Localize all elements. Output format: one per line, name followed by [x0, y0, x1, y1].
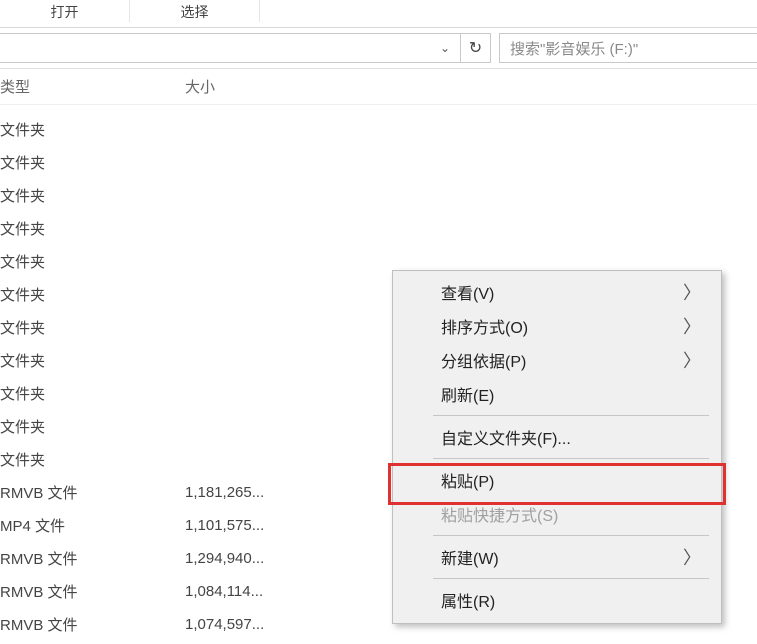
- menu-label: 粘贴(P): [441, 468, 494, 492]
- menu-label: 查看(V): [441, 280, 494, 304]
- column-headers: 类型 大小: [0, 69, 757, 105]
- cell-type: 文件夹: [0, 350, 185, 371]
- menu-paste[interactable]: 粘贴(P): [395, 463, 719, 497]
- column-header-size[interactable]: 大小: [185, 76, 345, 97]
- select-button[interactable]: 选择: [130, 0, 260, 22]
- menu-new[interactable]: 新建(W) 〉: [395, 540, 719, 574]
- menu-label: 分组依据(P): [441, 348, 526, 372]
- menu-label: 排序方式(O): [441, 314, 528, 338]
- cell-type: RMVB 文件: [0, 548, 185, 569]
- ribbon-toolbar: 打开 选择: [0, 0, 757, 28]
- search-placeholder: 搜索"影音娱乐 (F:)": [510, 38, 638, 59]
- menu-label: 属性(R): [441, 588, 495, 612]
- cell-type: 文件夹: [0, 119, 185, 140]
- cell-type: 文件夹: [0, 317, 185, 338]
- address-bar[interactable]: ⌄: [0, 33, 461, 63]
- column-header-type[interactable]: 类型: [0, 76, 185, 97]
- chevron-right-icon: 〉: [683, 313, 701, 339]
- cell-size: 1,181,265...: [185, 484, 345, 501]
- cell-type: 文件夹: [0, 284, 185, 305]
- cell-type: RMVB 文件: [0, 614, 185, 635]
- menu-group[interactable]: 分组依据(P) 〉: [395, 343, 719, 377]
- cell-size: 1,294,940...: [185, 550, 345, 567]
- menu-separator: [433, 578, 709, 579]
- cell-type: 文件夹: [0, 383, 185, 404]
- list-item[interactable]: 文件夹: [0, 212, 757, 245]
- list-item[interactable]: 文件夹: [0, 179, 757, 212]
- menu-sort[interactable]: 排序方式(O) 〉: [395, 309, 719, 343]
- menu-properties[interactable]: 属性(R): [395, 583, 719, 617]
- menu-separator: [433, 458, 709, 459]
- cell-type: 文件夹: [0, 185, 185, 206]
- address-search-row: ⌄ ↻ 搜索"影音娱乐 (F:)": [0, 34, 757, 69]
- cell-type: RMVB 文件: [0, 581, 185, 602]
- menu-separator: [433, 415, 709, 416]
- cell-type: RMVB 文件: [0, 482, 185, 503]
- menu-paste-shortcut: 粘贴快捷方式(S): [395, 497, 719, 531]
- menu-label: 新建(W): [441, 545, 499, 569]
- menu-refresh[interactable]: 刷新(E): [395, 377, 719, 411]
- cell-type: 文件夹: [0, 449, 185, 470]
- menu-label: 粘贴快捷方式(S): [441, 502, 558, 526]
- cell-size: 1,101,575...: [185, 517, 345, 534]
- chevron-right-icon: 〉: [683, 544, 701, 570]
- cell-type: 文件夹: [0, 152, 185, 173]
- menu-separator: [433, 535, 709, 536]
- menu-customize-folder[interactable]: 自定义文件夹(F)...: [395, 420, 719, 454]
- cell-type: 文件夹: [0, 416, 185, 437]
- cell-type: 文件夹: [0, 218, 185, 239]
- list-item[interactable]: 文件夹: [0, 146, 757, 179]
- context-menu: 查看(V) 〉 排序方式(O) 〉 分组依据(P) 〉 刷新(E) 自定义文件夹…: [392, 270, 722, 624]
- menu-label: 自定义文件夹(F)...: [441, 425, 571, 449]
- refresh-icon: ↻: [469, 38, 482, 58]
- address-dropdown-icon[interactable]: ⌄: [436, 41, 454, 55]
- menu-label: 刷新(E): [441, 382, 494, 406]
- chevron-right-icon: 〉: [683, 279, 701, 305]
- cell-size: 1,084,114...: [185, 583, 345, 600]
- cell-type: MP4 文件: [0, 515, 185, 536]
- cell-size: 1,074,597...: [185, 616, 345, 633]
- list-item[interactable]: 文件夹: [0, 113, 757, 146]
- search-input[interactable]: 搜索"影音娱乐 (F:)": [499, 33, 757, 63]
- menu-view[interactable]: 查看(V) 〉: [395, 275, 719, 309]
- open-button[interactable]: 打开: [0, 0, 130, 22]
- cell-type: 文件夹: [0, 251, 185, 272]
- chevron-right-icon: 〉: [683, 347, 701, 373]
- refresh-button[interactable]: ↻: [461, 33, 491, 63]
